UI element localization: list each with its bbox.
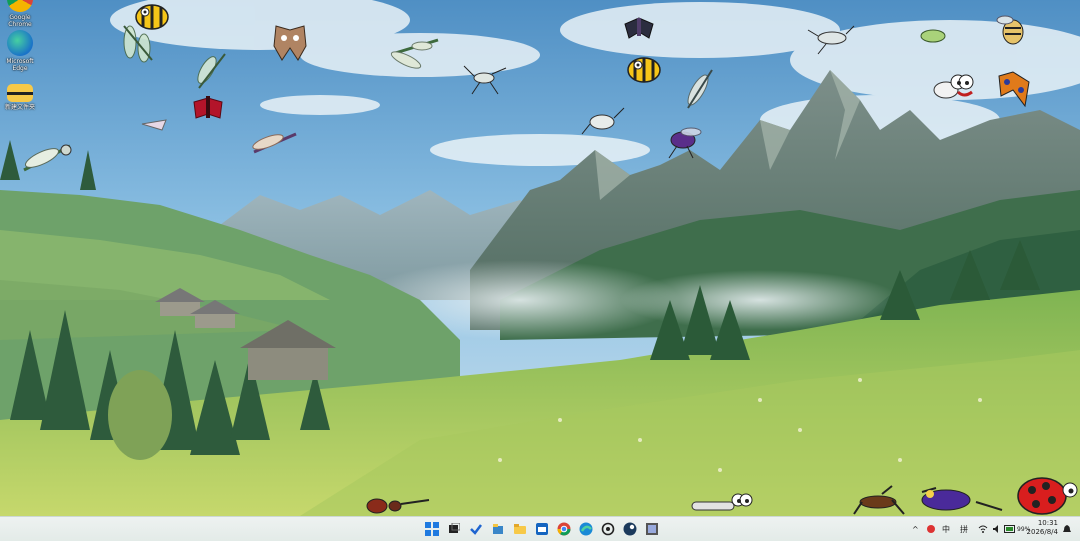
clock-time: 10:31 xyxy=(1037,519,1058,527)
mosquito-icon[interactable] xyxy=(462,62,508,96)
wifi-icon[interactable] xyxy=(978,522,988,536)
todo-icon[interactable] xyxy=(468,521,484,537)
app-icon[interactable] xyxy=(644,521,660,537)
dragonfly-icon[interactable] xyxy=(120,22,156,64)
notification-bell-icon[interactable] xyxy=(1062,522,1072,536)
openai-icon[interactable] xyxy=(600,521,616,537)
red-moth-icon[interactable] xyxy=(192,92,224,124)
dragonfly-icon[interactable] xyxy=(22,140,74,176)
dragonfly-icon[interactable] xyxy=(682,68,716,110)
system-clock[interactable]: 10:31 2026/8/4 xyxy=(1018,519,1058,537)
desktop-icon-label: 新建文件夹 xyxy=(4,104,35,111)
keyboard-layout-label: 拼 xyxy=(960,524,968,534)
keyboard-layout[interactable]: 拼 xyxy=(960,522,968,536)
ant-icon[interactable] xyxy=(363,496,433,516)
desktop-icon-chrome[interactable]: Google Chrome xyxy=(0,0,40,28)
desktop-icon-label: Google Chrome xyxy=(8,14,32,28)
folder-icon xyxy=(7,84,33,102)
tray-app-icon[interactable] xyxy=(926,522,936,536)
desktop-icon-folder[interactable]: 新建文件夹 xyxy=(0,80,40,111)
tray-chevron[interactable]: ^ xyxy=(912,522,919,536)
small-moth-icon[interactable] xyxy=(140,116,168,134)
battery-icon xyxy=(1004,525,1015,533)
wasp-icon[interactable] xyxy=(993,10,1033,50)
explorer-icon[interactable] xyxy=(490,521,506,537)
cricket-icon[interactable] xyxy=(852,484,906,516)
desktop-icon-label: Microsoft Edge xyxy=(6,58,34,72)
folder-icon[interactable] xyxy=(512,521,528,537)
purple-fly-icon[interactable] xyxy=(663,120,705,162)
task-view-icon[interactable] xyxy=(446,521,462,537)
taskbar: ^ 中 拼 99% 10:31 2026/8/4 xyxy=(0,516,1080,541)
cartoon-worm-icon[interactable] xyxy=(690,490,754,516)
purple-beetle-icon[interactable] xyxy=(916,482,1006,516)
dragonfly-icon[interactable] xyxy=(195,52,229,90)
orange-butterfly-icon[interactable] xyxy=(995,66,1033,110)
steam-icon[interactable] xyxy=(622,521,638,537)
dragonfly-icon[interactable] xyxy=(250,126,300,160)
start-icon[interactable] xyxy=(424,521,440,537)
input-method[interactable]: 中 xyxy=(942,522,950,536)
chevron-up-icon: ^ xyxy=(912,524,919,534)
butterfly-icon[interactable] xyxy=(272,22,308,64)
input-method-label: 中 xyxy=(942,524,950,534)
desktop-icon-edge[interactable]: Microsoft Edge xyxy=(0,30,40,72)
bee-icon[interactable] xyxy=(625,52,663,86)
ladybug-icon[interactable] xyxy=(1012,470,1080,516)
volume-icon[interactable] xyxy=(992,522,1002,536)
edge-icon[interactable] xyxy=(578,521,594,537)
green-bug-icon[interactable] xyxy=(918,26,948,46)
clock-date: 2026/8/4 xyxy=(1026,528,1058,536)
outlook-icon[interactable] xyxy=(534,521,550,537)
moth-icon[interactable] xyxy=(623,12,655,42)
chrome-icon xyxy=(7,0,33,12)
desktop-wallpaper xyxy=(0,0,1080,516)
chrome-icon[interactable] xyxy=(556,521,572,537)
mosquito-icon[interactable] xyxy=(806,22,856,56)
edge-icon xyxy=(7,30,33,56)
fly-icon[interactable] xyxy=(580,102,626,138)
cartoon-fly-icon[interactable] xyxy=(932,68,976,106)
dragonfly-icon[interactable] xyxy=(388,36,440,74)
